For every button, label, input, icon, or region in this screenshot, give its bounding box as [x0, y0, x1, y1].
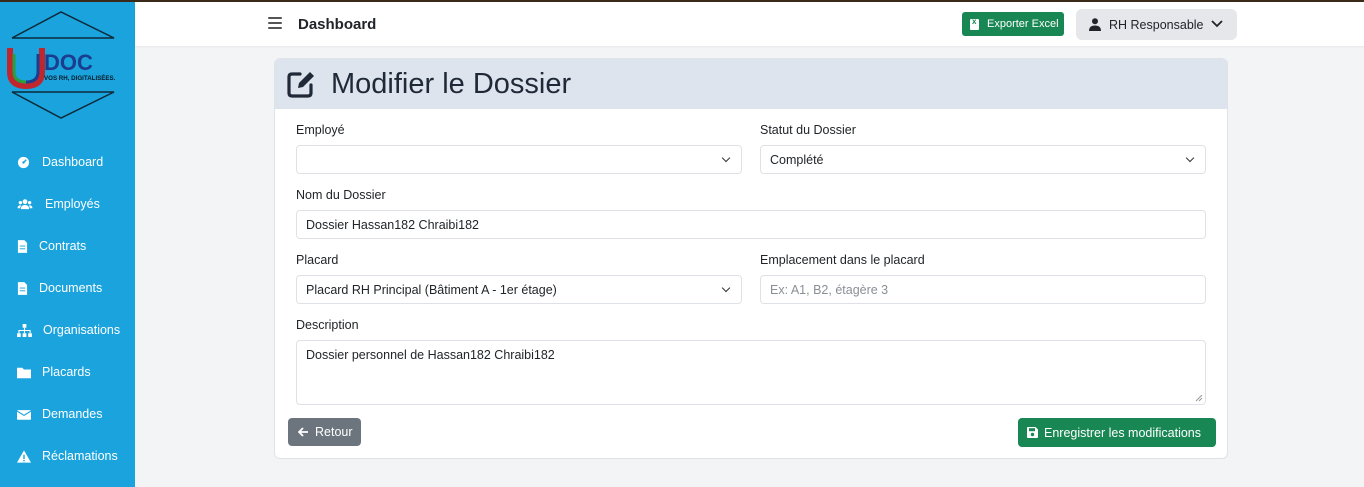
floppy-disk-icon	[1027, 427, 1038, 438]
back-label: Retour	[315, 425, 353, 439]
logo-tagline: VOS RH, DIGITALISÉES.	[44, 74, 116, 82]
placard-selected-value: Placard RH Principal (Bâtiment A - 1er é…	[306, 283, 557, 297]
sidebar: DOC VOS RH, DIGITALISÉES. Dashboard Empl…	[0, 2, 135, 487]
emplacement-input[interactable]: Ex: A1, B2, étagère 3	[760, 275, 1206, 304]
placard-select[interactable]: Placard RH Principal (Bâtiment A - 1er é…	[296, 275, 742, 304]
sidebar-item-documents[interactable]: Documents	[0, 268, 135, 308]
emplacement-placeholder: Ex: A1, B2, étagère 3	[770, 283, 889, 297]
user-menu-dropdown[interactable]: RH Responsable	[1076, 9, 1237, 40]
export-excel-label: Exporter Excel	[987, 18, 1059, 30]
sitemap-icon	[17, 324, 32, 337]
employe-select[interactable]	[296, 145, 742, 174]
resize-handle-icon[interactable]	[1195, 394, 1203, 402]
sidebar-item-organisations[interactable]: Organisations	[0, 310, 135, 350]
form-title: Modifier le Dossier	[331, 68, 572, 100]
export-excel-button[interactable]: Exporter Excel	[962, 12, 1064, 36]
employe-label: Employé	[296, 123, 345, 137]
statut-select[interactable]: Complété	[760, 145, 1206, 174]
save-label: Enregistrer les modifications	[1044, 425, 1202, 440]
description-value: Dossier personnel de Hassan182 Chraibi18…	[306, 348, 555, 362]
save-button[interactable]: Enregistrer les modifications	[1018, 418, 1216, 447]
excel-file-icon	[970, 17, 979, 30]
sidebar-item-label: Contrats	[39, 239, 87, 253]
arrow-left-icon	[298, 427, 308, 437]
sidebar-item-label: Demandes	[42, 407, 103, 421]
nom-dossier-input[interactable]: Dossier Hassan182 Chraibi182	[296, 210, 1206, 239]
sidebar-item-label: Employés	[45, 197, 100, 211]
nom-dossier-value: Dossier Hassan182 Chraibi182	[306, 218, 480, 232]
envelope-icon	[17, 410, 31, 420]
file-icon	[17, 240, 28, 253]
description-label: Description	[296, 318, 359, 332]
description-textarea[interactable]: Dossier personnel de Hassan182 Chraibi18…	[296, 340, 1206, 405]
sidebar-item-label: Réclamations	[42, 449, 118, 463]
sidebar-item-dashboard[interactable]: Dashboard	[0, 142, 135, 182]
card-header: Modifier le Dossier	[275, 59, 1227, 109]
statut-selected-value: Complété	[770, 153, 824, 167]
sidebar-item-reclamations[interactable]: Réclamations	[0, 436, 135, 476]
menu-toggle-button[interactable]	[268, 17, 282, 29]
sidebar-item-contrats[interactable]: Contrats	[0, 226, 135, 266]
sidebar-item-label: Dashboard	[42, 155, 104, 169]
user-name: RH Responsable	[1109, 18, 1204, 32]
dashboard-icon	[17, 156, 30, 169]
edit-icon	[287, 72, 314, 98]
emplacement-label: Emplacement dans le placard	[760, 253, 925, 267]
nom-label: Nom du Dossier	[296, 188, 386, 202]
back-button[interactable]: Retour	[288, 418, 361, 446]
page-title: Dashboard	[298, 16, 377, 33]
sidebar-item-label: Placards	[42, 365, 91, 379]
logo-text: DOC	[44, 50, 93, 75]
logo: DOC VOS RH, DIGITALISÉES.	[6, 10, 124, 120]
chevron-down-icon	[1211, 20, 1223, 28]
user-icon	[1089, 18, 1101, 31]
statut-label: Statut du Dossier	[760, 123, 856, 137]
folder-icon	[17, 367, 31, 379]
edit-dossier-card: Modifier le Dossier Employé Statut du Do…	[274, 58, 1228, 459]
sidebar-item-demandes[interactable]: Demandes	[0, 394, 135, 434]
sidebar-item-label: Organisations	[43, 323, 121, 337]
file-icon	[17, 282, 28, 295]
sidebar-item-placards[interactable]: Placards	[0, 352, 135, 392]
warning-icon	[17, 450, 31, 463]
top-header: Dashboard Exporter Excel RH Responsable	[135, 2, 1364, 46]
placard-label: Placard	[296, 253, 339, 267]
sidebar-item-employes[interactable]: Employés	[0, 184, 135, 224]
sidebar-item-label: Documents	[39, 281, 103, 295]
users-icon	[17, 199, 33, 210]
